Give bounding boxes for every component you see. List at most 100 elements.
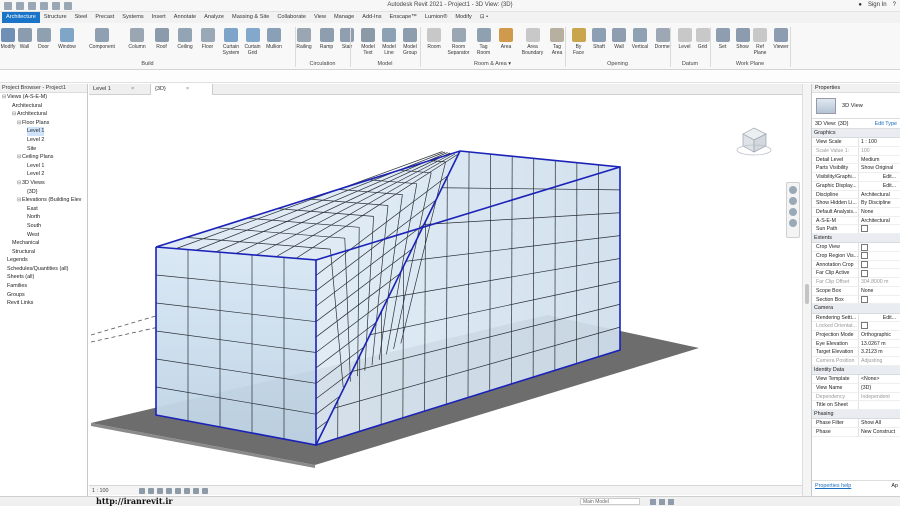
property-row[interactable]: Section Box (812, 295, 900, 305)
property-row[interactable]: A-S-E-M Architectural (812, 216, 900, 226)
ribbon-tab[interactable]: Systems (118, 12, 147, 23)
property-value[interactable]: <None> (859, 375, 900, 383)
browser-node[interactable]: Level 2 (0, 136, 87, 145)
view-tab[interactable]: Level 1 × (89, 84, 151, 95)
ribbon-tool[interactable]: Column (125, 25, 149, 61)
close-tab-icon[interactable]: × (186, 86, 189, 92)
property-edit-button[interactable]: Edit... (859, 182, 900, 190)
ribbon-tool[interactable]: Room Separator (447, 25, 470, 61)
property-row[interactable]: View Scale 1 : 100 (812, 138, 900, 148)
property-group-header[interactable]: Phasing (812, 409, 900, 420)
ribbon-tool[interactable]: Model Group (400, 25, 420, 61)
property-row[interactable]: Camera Position Adjusting (812, 357, 900, 366)
browser-node[interactable]: Structural (0, 248, 87, 257)
ribbon-panel-label[interactable]: Model (350, 61, 420, 67)
property-value[interactable]: 13.0267 m (859, 340, 900, 348)
ribbon-tab[interactable]: Architecture (2, 12, 40, 23)
hide-isolate-icon[interactable] (202, 488, 208, 494)
crop-icon[interactable] (184, 488, 190, 494)
view-scale[interactable]: 1 : 100 (92, 488, 109, 494)
viewcube-icon[interactable] (735, 122, 773, 158)
ribbon-tool[interactable]: Component (84, 25, 120, 61)
sun-path-icon[interactable] (157, 488, 163, 494)
ribbon-tool[interactable]: Area Boundary (520, 25, 545, 61)
property-group-header[interactable]: Graphics (812, 129, 900, 139)
ribbon-tool[interactable]: Level (676, 25, 693, 61)
property-row[interactable]: Phase New Construct (812, 427, 900, 437)
browser-node[interactable]: ⊟ Floor Plans (0, 119, 87, 128)
ribbon-tool[interactable]: Curtain Grid (242, 25, 263, 61)
pan-icon[interactable] (789, 208, 797, 216)
property-edit-button[interactable]: Edit... (859, 173, 900, 181)
property-row[interactable]: Projection Mode Orthographic (812, 330, 900, 340)
scrollbar-thumb[interactable] (805, 284, 809, 304)
view-instance-selector[interactable]: 3D View: {3D} Edit Type (812, 119, 900, 129)
property-row[interactable]: Graphic Display... Edit... (812, 181, 900, 191)
property-value[interactable]: New Construct (859, 428, 900, 436)
view-tab[interactable]: {3D} × (151, 84, 213, 95)
ribbon-tool[interactable]: Stair (338, 25, 356, 61)
ribbon-tool[interactable]: Set (714, 25, 731, 61)
property-row[interactable]: Target Elevation 3.2123 m (812, 348, 900, 358)
ribbon-panel-label[interactable]: Opening (565, 61, 670, 67)
property-row[interactable]: Parts Visibility Show Original (812, 164, 900, 174)
ribbon-tab[interactable]: Analyze (200, 12, 228, 23)
property-value[interactable]: 1 : 100 (859, 138, 900, 146)
browser-node[interactable]: ⊟ 3D Views (0, 179, 87, 188)
filter-icon[interactable] (650, 499, 656, 505)
ribbon-tool[interactable]: Show (734, 25, 751, 61)
property-checkbox[interactable] (859, 269, 900, 277)
property-value[interactable]: None (859, 287, 900, 295)
property-value[interactable]: Show Original (859, 164, 900, 172)
browser-node[interactable]: East (0, 205, 87, 214)
property-row[interactable]: Rendering Setti... Edit... (812, 313, 900, 323)
ribbon-tool[interactable]: Model Text (358, 25, 378, 61)
user-icon[interactable]: ● (858, 2, 862, 8)
render-icon[interactable] (175, 488, 181, 494)
ribbon-tool[interactable]: Tag Room (472, 25, 495, 61)
ribbon-tool[interactable]: Tag Area (547, 25, 567, 61)
browser-node[interactable]: Site (0, 145, 87, 154)
browser-node[interactable]: South (0, 222, 87, 231)
ribbon-tool[interactable]: Viewer (770, 25, 792, 61)
ribbon-tab[interactable]: Modify (451, 12, 475, 23)
property-checkbox[interactable] (859, 243, 900, 251)
ribbon-tab[interactable]: Insert (148, 12, 170, 23)
browser-node[interactable]: ⊟ Architectural (0, 110, 87, 119)
browser-node[interactable]: Level 2 (0, 170, 87, 179)
ribbon-tool[interactable]: Curtain System (220, 25, 242, 61)
visual-style-icon[interactable] (148, 488, 154, 494)
viewport-scrollbar[interactable] (802, 84, 811, 496)
property-row[interactable]: Scope Box None (812, 286, 900, 296)
ribbon-panel-label[interactable]: Circulation (295, 61, 350, 67)
browser-node[interactable]: North (0, 213, 87, 222)
close-tab-icon[interactable]: × (131, 86, 134, 92)
property-row[interactable]: Eye Elevation 13.0267 m (812, 339, 900, 349)
property-value[interactable]: Show All (859, 419, 900, 427)
ribbon-tool[interactable]: Railing (294, 25, 314, 61)
ribbon-tab[interactable]: Enscape™ (386, 12, 421, 23)
browser-node[interactable]: ⊟ Ceiling Plans (0, 153, 87, 162)
property-checkbox[interactable] (859, 322, 900, 330)
browser-node[interactable]: Legends (0, 256, 87, 265)
select-pinned-icon[interactable] (668, 499, 674, 505)
property-row[interactable]: Discipline Architectural (812, 190, 900, 200)
browser-node[interactable]: Schedules/Quantities (all) (0, 265, 87, 274)
property-row[interactable]: View Template <None> (812, 375, 900, 384)
ribbon-tool[interactable]: Shaft (590, 25, 608, 61)
property-checkbox[interactable] (859, 261, 900, 269)
type-selector[interactable]: 3D View (812, 93, 900, 119)
browser-node[interactable]: Groups (0, 291, 87, 300)
browser-node[interactable]: Level 1 (0, 162, 87, 171)
ribbon-tool[interactable]: Grid (694, 25, 711, 61)
property-row[interactable]: Detail Level Medium (812, 155, 900, 165)
property-row[interactable]: Phase Filter Show All (812, 419, 900, 428)
edit-type-button[interactable]: Edit Type (875, 121, 897, 127)
property-value[interactable]: Architectural (859, 191, 900, 199)
ribbon-panel-label[interactable]: Datum (670, 61, 710, 67)
ribbon-tool[interactable]: Ceiling (174, 25, 196, 61)
property-value[interactable]: 3.2123 m (859, 348, 900, 356)
ribbon-tool[interactable]: By Face (570, 25, 587, 61)
ribbon-tab[interactable]: Structure (40, 12, 71, 23)
3d-viewport[interactable] (89, 95, 802, 485)
